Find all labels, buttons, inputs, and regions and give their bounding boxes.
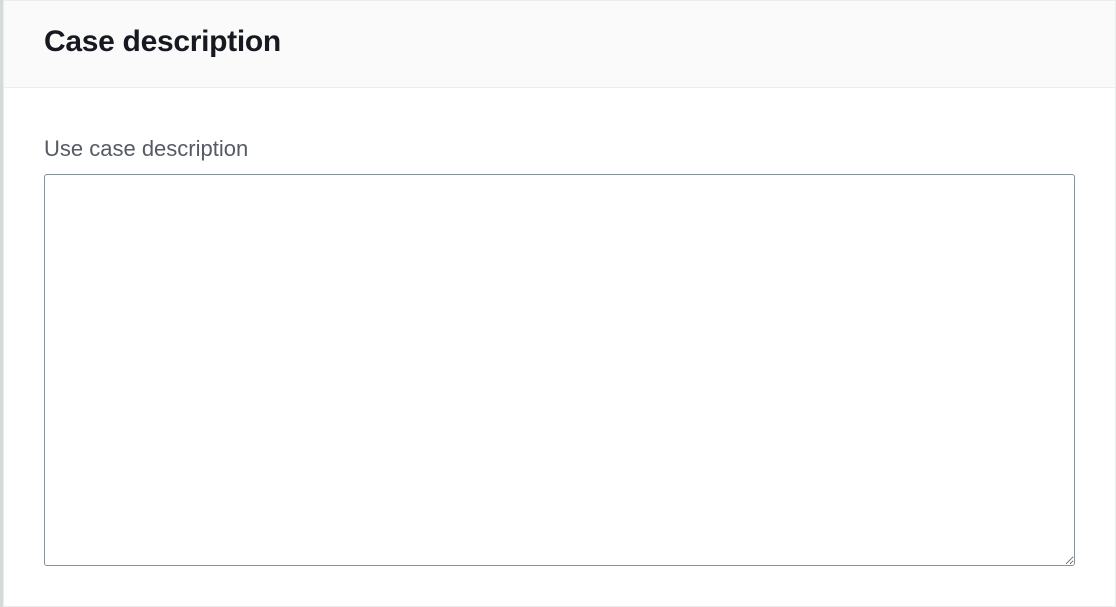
panel-body: Use case description	[4, 88, 1115, 591]
panel-title: Case description	[44, 25, 1075, 59]
case-description-panel: Case description Use case description	[3, 0, 1116, 607]
use-case-textarea[interactable]	[44, 174, 1075, 566]
panel-header: Case description	[4, 1, 1115, 88]
page-container: Case description Use case description	[0, 0, 1116, 607]
use-case-label: Use case description	[44, 136, 1075, 162]
